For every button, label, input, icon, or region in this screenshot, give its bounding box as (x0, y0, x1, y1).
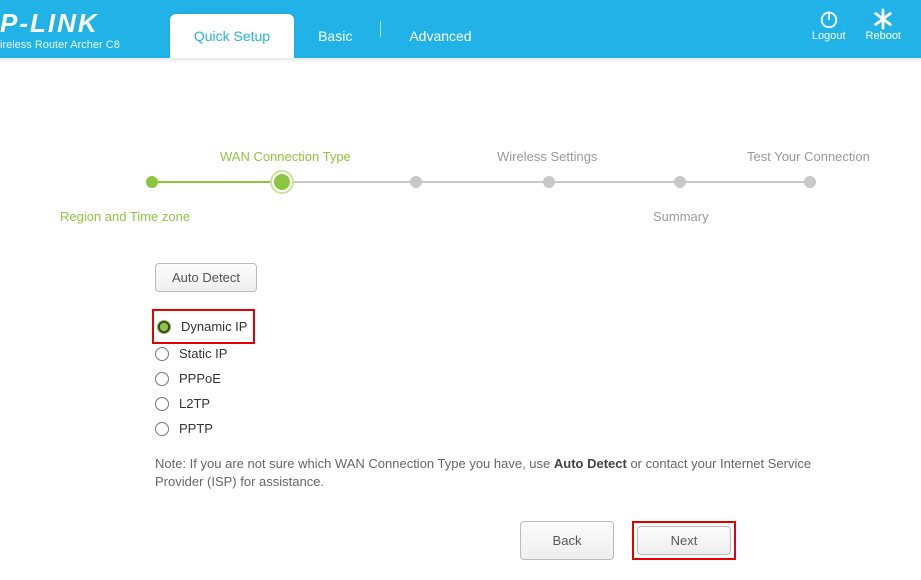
step-label-test: Test Your Connection (747, 149, 870, 164)
note-text: Note: If you are not sure which WAN Conn… (155, 455, 861, 491)
power-icon (818, 8, 840, 30)
radio-pptp[interactable]: PPTP (155, 416, 861, 441)
asterisk-icon (872, 8, 894, 30)
dynamic-ip-highlight: Dynamic IP (152, 309, 255, 344)
radio-pppoe[interactable]: PPPoE (155, 366, 861, 391)
brand-logo: P-LINK (0, 8, 120, 39)
logo-block: P-LINK ireless Router Archer C8 (0, 8, 120, 51)
next-button[interactable]: Next (637, 526, 731, 555)
reboot-button[interactable]: Reboot (866, 8, 901, 42)
actions-row: Back Next (520, 521, 861, 560)
setup-stepper: Region and Time zone WAN Connection Type… (60, 143, 861, 233)
back-button[interactable]: Back (520, 521, 614, 560)
step-label-region: Region and Time zone (60, 209, 190, 224)
nav-divider (380, 21, 381, 37)
step-node-wireless[interactable] (543, 176, 555, 188)
form-area: Auto Detect Dynamic IP Static IP PPPoE L… (155, 263, 861, 560)
radio-l2tp[interactable]: L2TP (155, 391, 861, 416)
header: P-LINK ireless Router Archer C8 Quick Se… (0, 0, 921, 58)
radio-input-l2tp[interactable] (155, 397, 169, 411)
note-prefix: Note: If you are not sure which WAN Conn… (155, 456, 554, 471)
reboot-label: Reboot (866, 30, 901, 42)
stepper-line-active (152, 181, 282, 183)
radio-input-pppoe[interactable] (155, 372, 169, 386)
nav-tabs: Quick Setup Basic Advanced (170, 0, 496, 58)
next-highlight: Next (632, 521, 736, 560)
tab-quick-setup[interactable]: Quick Setup (170, 14, 294, 58)
wan-type-radio-group: Dynamic IP Static IP PPPoE L2TP PPTP (155, 312, 861, 441)
radio-static-ip[interactable]: Static IP (155, 341, 861, 366)
tab-advanced[interactable]: Advanced (385, 14, 495, 58)
device-name: ireless Router Archer C8 (0, 39, 120, 51)
radio-input-pptp[interactable] (155, 422, 169, 436)
step-node-unnamed (410, 176, 422, 188)
tab-basic[interactable]: Basic (294, 14, 376, 58)
step-node-summary[interactable] (674, 176, 686, 188)
radio-label-static: Static IP (179, 346, 227, 361)
step-label-summary: Summary (653, 209, 709, 224)
radio-label-pptp: PPTP (179, 421, 213, 436)
content: Region and Time zone WAN Connection Type… (0, 63, 921, 580)
radio-label-pppoe: PPPoE (179, 371, 221, 386)
step-label-wan: WAN Connection Type (220, 149, 351, 164)
logout-label: Logout (812, 30, 846, 42)
logout-button[interactable]: Logout (812, 8, 846, 42)
radio-label-l2tp: L2TP (179, 396, 210, 411)
auto-detect-button[interactable]: Auto Detect (155, 263, 257, 292)
note-bold: Auto Detect (554, 456, 627, 471)
header-actions: Logout Reboot (812, 8, 901, 42)
radio-input-dynamic[interactable] (157, 320, 171, 334)
radio-label-dynamic: Dynamic IP (181, 319, 247, 334)
step-node-region[interactable] (146, 176, 158, 188)
step-node-wan[interactable] (274, 174, 290, 190)
step-label-wireless: Wireless Settings (497, 149, 597, 164)
radio-dynamic-ip[interactable]: Dynamic IP (157, 314, 247, 339)
radio-input-static[interactable] (155, 347, 169, 361)
step-node-test[interactable] (804, 176, 816, 188)
